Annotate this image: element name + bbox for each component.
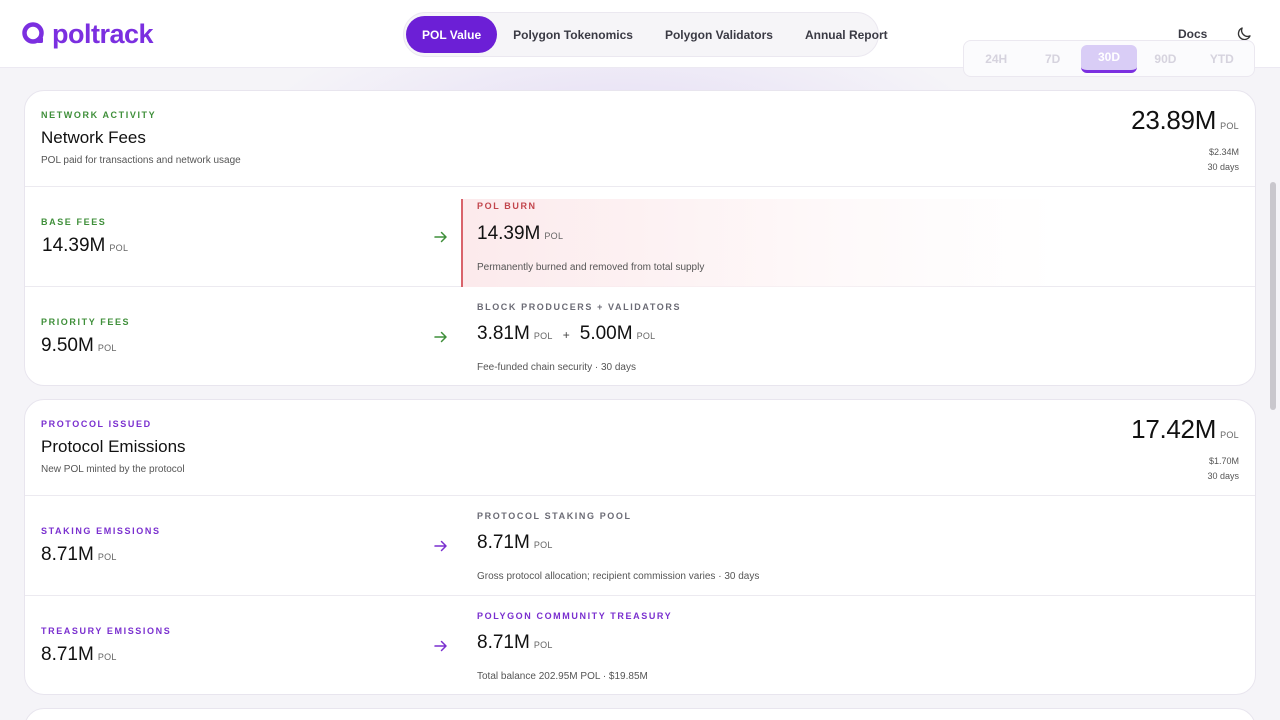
unit-label: POL xyxy=(97,652,117,662)
unit-label: POL xyxy=(97,343,117,353)
dest-value: 8.71M POL xyxy=(477,632,553,654)
docs-link[interactable]: Docs xyxy=(1178,27,1207,41)
block-producers-value: 3.81M xyxy=(477,323,530,344)
tab-polygon-tokenomics[interactable]: Polygon Tokenomics xyxy=(497,16,649,53)
main-nav: POL Value Polygon Tokenomics Polygon Val… xyxy=(403,12,888,57)
period-30d[interactable]: 30D xyxy=(1080,44,1138,73)
total-unit: POL xyxy=(1220,430,1239,440)
dest-desc: Total balance 202.95M POL · $19.85M xyxy=(477,671,648,682)
total-usd: $1.70M xyxy=(1208,456,1239,466)
dest-desc: Gross protocol allocation; recipient com… xyxy=(477,571,760,582)
period-24h[interactable]: 24H xyxy=(968,45,1024,73)
treasury-value: 8.71M xyxy=(477,632,530,653)
treasury-emissions-value: 8.71M xyxy=(41,644,94,665)
unit-label: POL xyxy=(636,331,656,341)
priority-fees-row: PRIORITY FEES 9.50M POL BLOCK PRODUCERS +… xyxy=(25,287,1255,385)
base-fees-row: BASE FEES 14.39M POL POL BURN 14.39M POL P… xyxy=(25,187,1255,287)
total-value: 17.42M xyxy=(1131,414,1217,444)
brand-logo[interactable]: poltrack xyxy=(22,19,154,49)
treasury-emissions-row: TREASURY EMISSIONS 8.71M POL POLYGON COMM… xyxy=(25,596,1255,694)
network-fees-card: NETWORK ACTIVITY Network Fees POL paid f… xyxy=(24,90,1256,386)
section-subtitle: POL paid for transactions and network us… xyxy=(41,155,241,166)
dest-desc: Fee-funded chain security · 30 days xyxy=(477,362,636,373)
total-unit: POL xyxy=(1220,121,1239,131)
community-treasury-panel: POLYGON COMMUNITY TREASURY 8.71M POL Tota… xyxy=(477,596,1255,694)
row-value: 8.71M POL xyxy=(41,644,117,666)
staking-pool-value: 8.71M xyxy=(477,532,530,553)
arrow-right-icon xyxy=(433,229,449,245)
section-title: Protocol Emissions xyxy=(41,437,186,456)
tab-annual-report[interactable]: Annual Report xyxy=(789,16,904,53)
section-eyebrow: PROTOCOL ISSUED xyxy=(41,419,152,429)
scrollbar[interactable] xyxy=(1270,182,1276,410)
pol-burn-panel: POL BURN 14.39M POL Permanently burned an… xyxy=(461,199,1255,287)
dest-label: POLYGON COMMUNITY TREASURY xyxy=(477,611,673,621)
row-label: BASE FEES xyxy=(41,217,107,227)
row-value: 14.39M POL xyxy=(42,235,128,257)
protocol-emissions-card: PROTOCOL ISSUED Protocol Emissions New P… xyxy=(24,399,1256,695)
unit-label: POL xyxy=(544,231,564,241)
total-value: 23.89M xyxy=(1131,105,1217,135)
row-value: 8.71M POL xyxy=(41,544,117,566)
brand-name: poltrack xyxy=(52,19,154,49)
validators-panel: BLOCK PRODUCERS + VALIDATORS 3.81M POL +5.… xyxy=(477,287,1255,385)
dest-value: 8.71M POL xyxy=(477,532,553,554)
dest-label: PROTOCOL STAKING POOL xyxy=(477,511,632,521)
arrow-right-icon xyxy=(433,638,449,654)
period-7d[interactable]: 7D xyxy=(1024,45,1080,73)
period-90d[interactable]: 90D xyxy=(1137,45,1193,73)
row-label: PRIORITY FEES xyxy=(41,317,131,327)
next-card xyxy=(24,708,1256,720)
dest-label: POL BURN xyxy=(477,201,537,211)
priority-fees-value: 9.50M xyxy=(41,335,94,356)
row-value: 9.50M POL xyxy=(41,335,117,357)
unit-label: POL xyxy=(533,540,553,550)
tab-pol-value[interactable]: POL Value xyxy=(406,16,498,53)
total-period: 30 days xyxy=(1207,162,1239,172)
total-period: 30 days xyxy=(1207,471,1239,481)
base-fees-value: 14.39M xyxy=(42,235,106,256)
network-fees-total: 23.89M POL xyxy=(1131,105,1239,136)
arrow-right-icon xyxy=(433,329,449,345)
plus-sign: + xyxy=(562,328,570,342)
dest-label: BLOCK PRODUCERS + VALIDATORS xyxy=(477,302,682,312)
total-usd: $2.34M xyxy=(1208,147,1239,157)
unit-label: POL xyxy=(97,552,117,562)
staking-emissions-row: STAKING EMISSIONS 8.71M POL PROTOCOL STAK… xyxy=(25,496,1255,596)
tab-polygon-validators[interactable]: Polygon Validators xyxy=(649,16,789,53)
row-label: TREASURY EMISSIONS xyxy=(41,626,172,636)
unit-label: POL xyxy=(533,331,553,341)
protocol-emissions-header: PROTOCOL ISSUED Protocol Emissions New P… xyxy=(25,400,1255,496)
row-label: STAKING EMISSIONS xyxy=(41,526,161,536)
period-selector: 24H 7D 30D 90D YTD xyxy=(963,40,1255,77)
validators-value: 5.00M xyxy=(579,323,633,344)
unit-label: POL xyxy=(109,243,129,253)
dest-value: 3.81M POL +5.00M POL xyxy=(477,323,655,345)
section-subtitle: New POL minted by the protocol xyxy=(41,464,185,475)
unit-label: POL xyxy=(533,640,553,650)
dest-value: 14.39M POL xyxy=(477,223,563,245)
staking-pool-panel: PROTOCOL STAKING POOL 8.71M POL Gross pro… xyxy=(477,496,1255,595)
dest-desc: Permanently burned and removed from tota… xyxy=(477,262,705,273)
emissions-total: 17.42M POL xyxy=(1131,414,1239,445)
burn-value: 14.39M xyxy=(477,223,541,244)
section-eyebrow: NETWORK ACTIVITY xyxy=(41,110,157,120)
period-ytd[interactable]: YTD xyxy=(1194,45,1250,73)
network-fees-header: NETWORK ACTIVITY Network Fees POL paid f… xyxy=(25,91,1255,187)
poltrack-logo-icon xyxy=(22,22,46,46)
section-title: Network Fees xyxy=(41,128,146,147)
arrow-right-icon xyxy=(433,538,449,554)
staking-emissions-value: 8.71M xyxy=(41,544,94,565)
